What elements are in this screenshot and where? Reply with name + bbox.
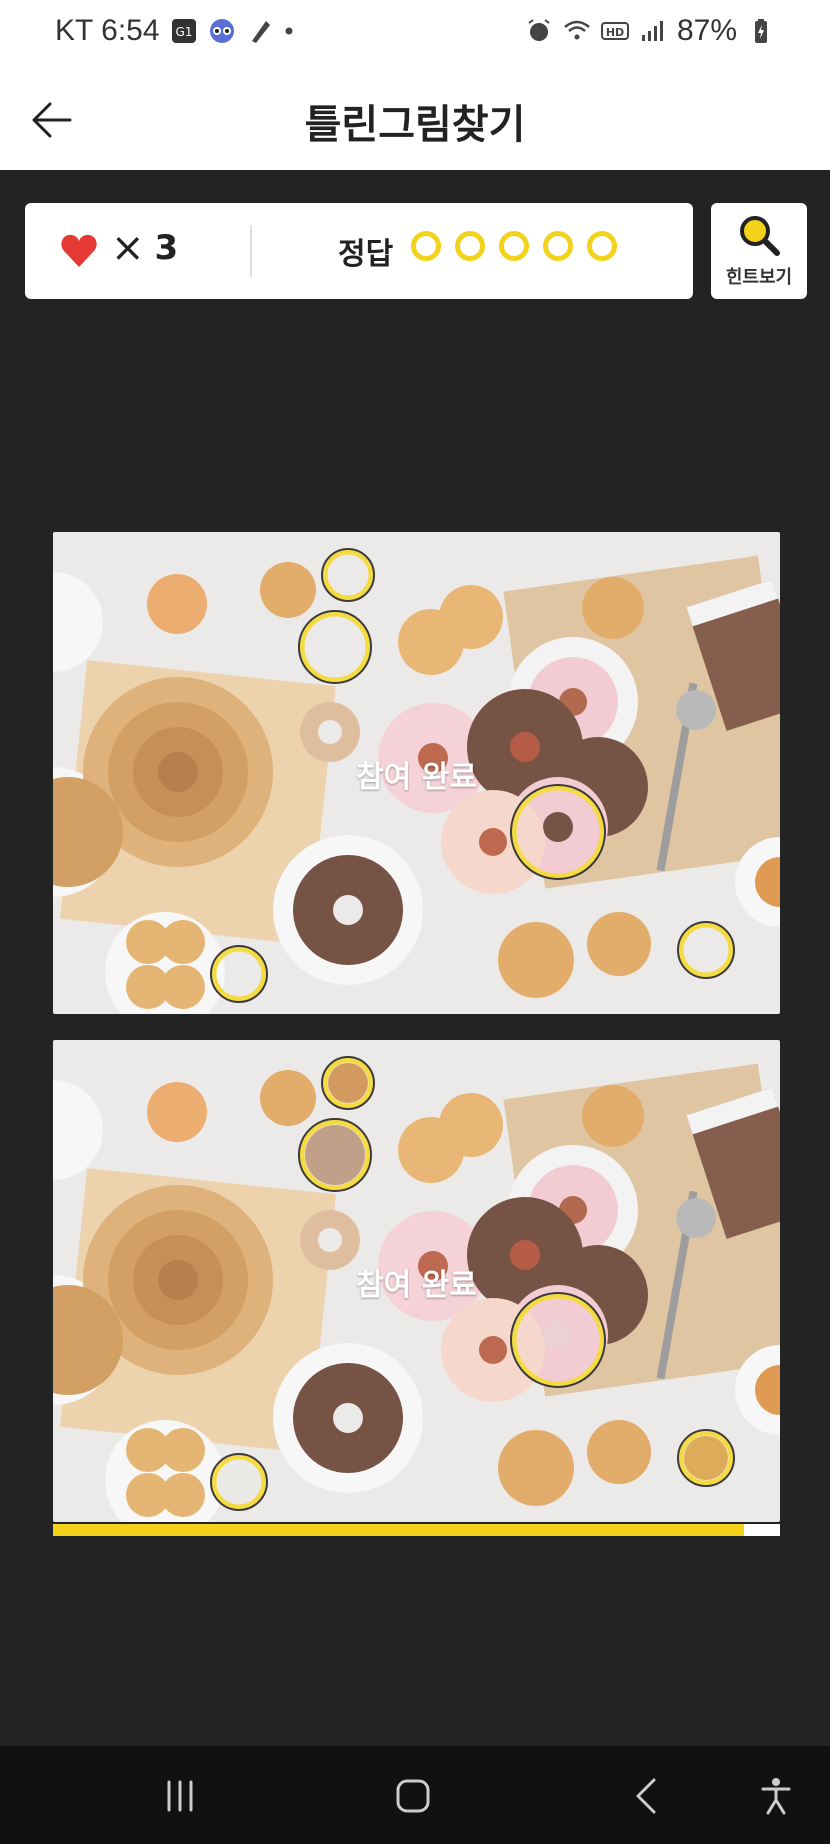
lives-value: 3 — [154, 228, 179, 268]
wifi-icon — [564, 20, 590, 40]
times-icon: × — [111, 225, 145, 271]
answer-ring-icon — [499, 231, 529, 261]
hd-icon: HD — [600, 22, 629, 40]
answer-ring-icon — [587, 231, 617, 261]
hint-button[interactable]: 힌트보기 — [711, 203, 807, 299]
completed-overlay-text: 참여 완료 — [356, 760, 477, 795]
back-icon[interactable] — [622, 1776, 672, 1816]
status-bar: KT 6:54 G1 HD 87% — [0, 0, 830, 70]
heart-icon — [61, 234, 97, 267]
app-bar: 틀린그림찾기 — [0, 70, 830, 170]
accessibility-icon[interactable] — [751, 1776, 801, 1816]
score-panel: × 3 정답 — [25, 203, 693, 299]
timer-progress-bar — [53, 1524, 780, 1536]
lives-count: × 3 — [111, 225, 178, 271]
completed-overlay-text: 참여 완료 — [356, 1268, 477, 1303]
page-title: 틀린그림찾기 — [304, 102, 526, 148]
answer-rings — [411, 231, 617, 261]
owl-app-icon — [209, 19, 234, 43]
g1-app-icon: G1 — [171, 19, 196, 43]
divider — [250, 225, 252, 277]
battery-percent: 87% — [676, 14, 737, 47]
status-right: HD 87% — [525, 14, 775, 48]
feather-app-icon — [251, 21, 270, 43]
hint-label: 힌트보기 — [725, 267, 793, 288]
carrier-time: KT 6:54 — [55, 14, 160, 47]
alarm-icon — [528, 19, 550, 41]
magnifier-icon — [740, 216, 780, 256]
system-nav-bar — [0, 1746, 830, 1844]
battery-icon — [755, 19, 767, 43]
recent-apps-icon[interactable] — [155, 1776, 205, 1816]
signal-icon — [641, 21, 663, 41]
modified-image[interactable]: 참여 완료 — [53, 1040, 780, 1522]
status-left: KT 6:54 G1 — [55, 14, 294, 48]
answer-ring-icon — [543, 231, 573, 261]
dot-icon — [285, 27, 293, 35]
timer-progress-fill — [53, 1524, 744, 1536]
answer-ring-icon — [411, 231, 441, 261]
answer-ring-icon — [455, 231, 485, 261]
home-icon[interactable] — [388, 1776, 438, 1816]
answer-label: 정답 — [338, 237, 394, 272]
original-image[interactable]: 참여 완료 — [53, 532, 780, 1014]
svg-text:HD: HD — [606, 26, 624, 39]
svg-text:G1: G1 — [175, 25, 192, 39]
